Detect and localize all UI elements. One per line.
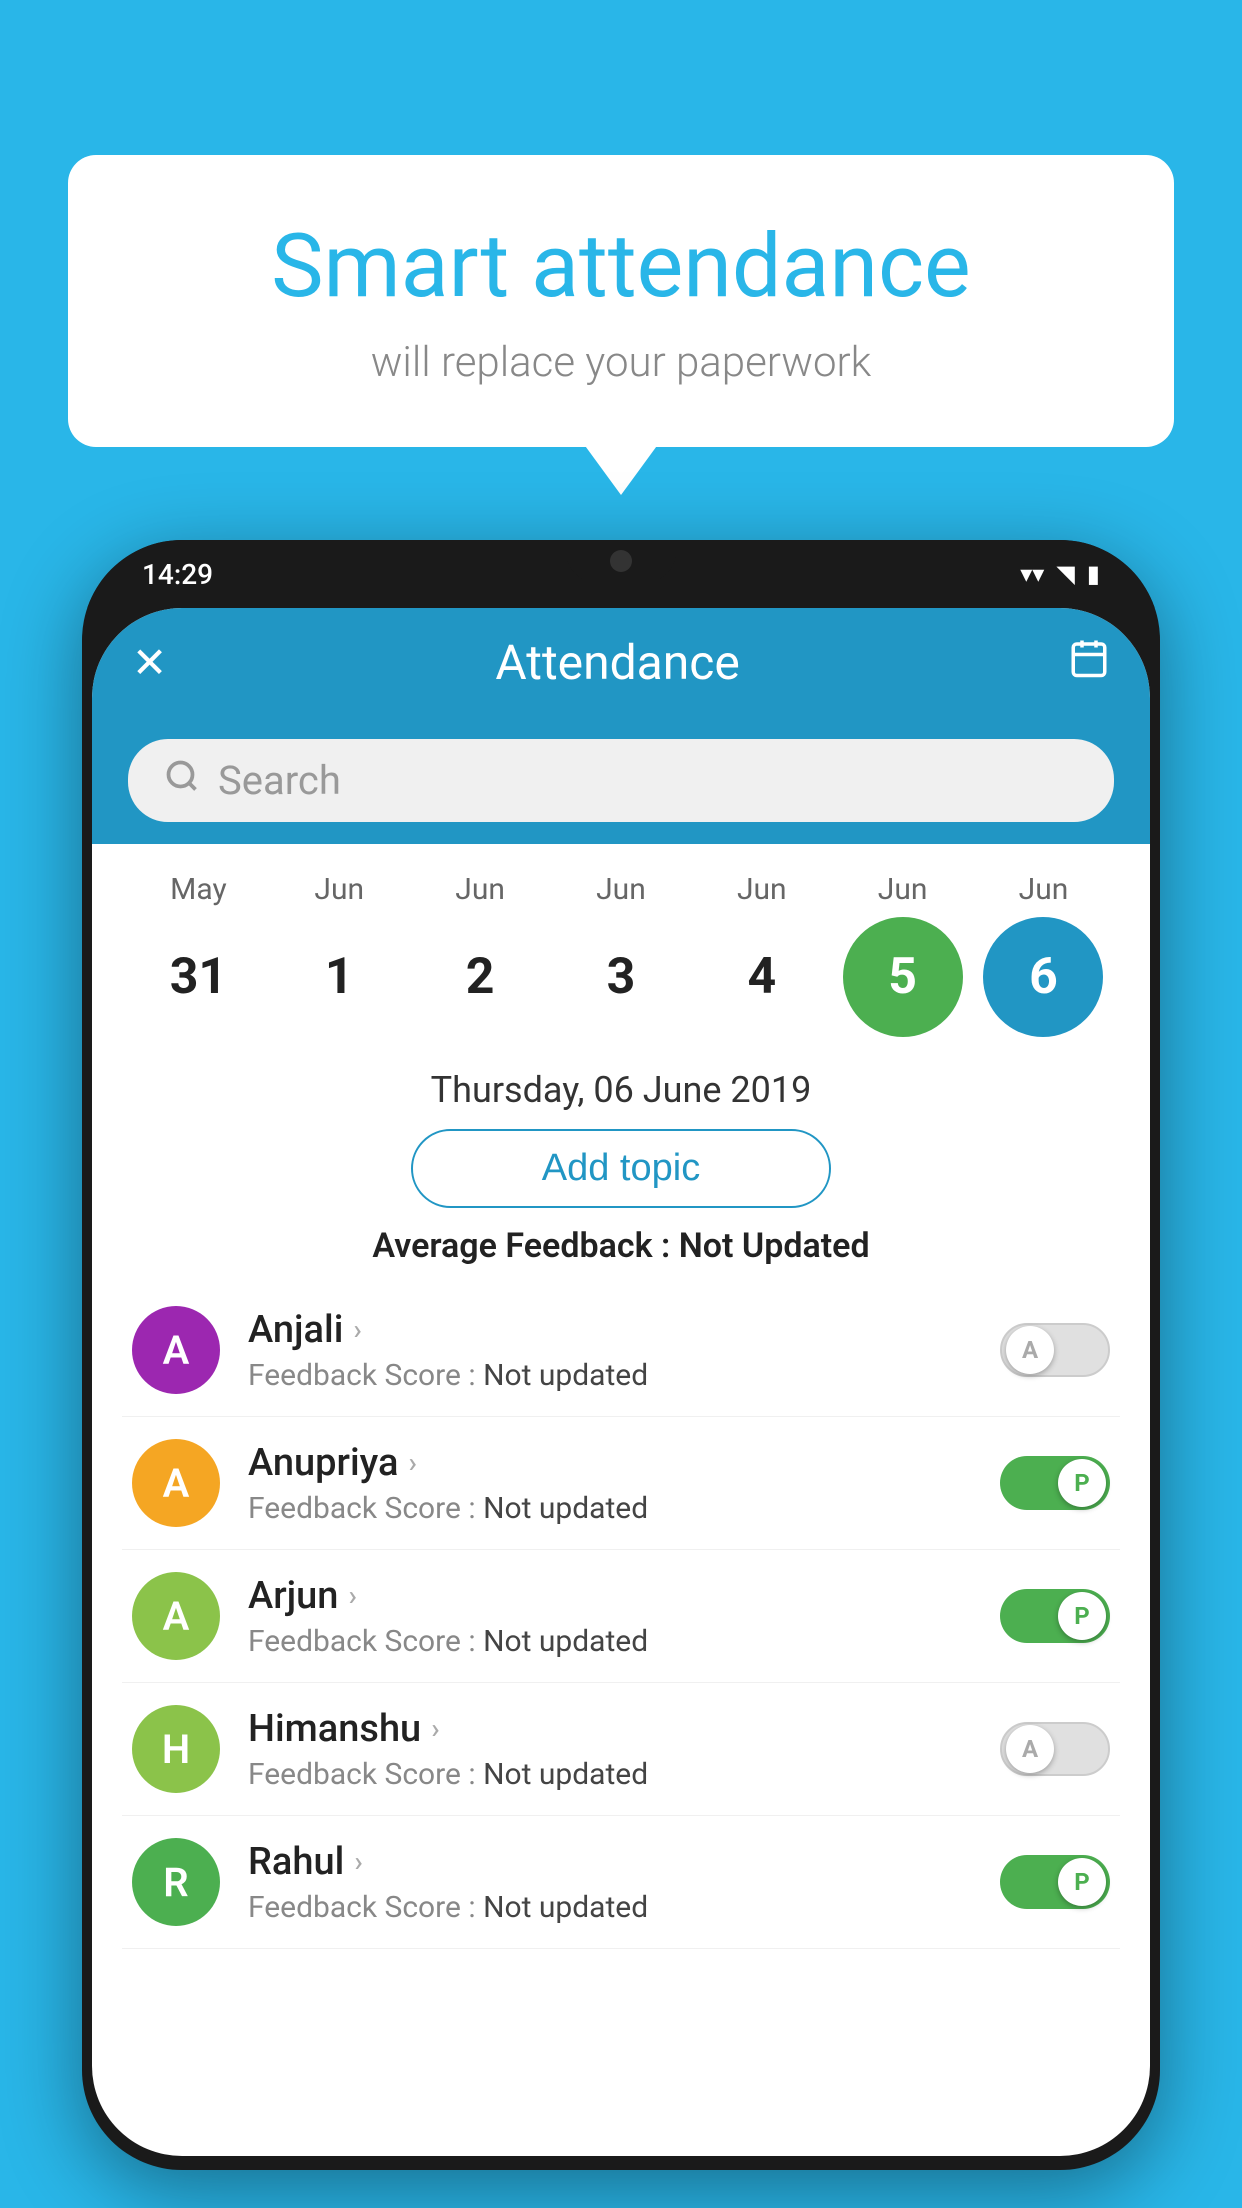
avg-feedback-label: Average Feedback : (372, 1226, 678, 1266)
wifi-icon: ▾▾ (1020, 560, 1044, 588)
cal-month-0: May (138, 872, 258, 907)
signal-icon: ◥ (1056, 560, 1074, 588)
avatar: A (132, 1439, 220, 1527)
close-button[interactable]: ✕ (132, 638, 167, 688)
avatar: A (132, 1306, 220, 1394)
toggle-container[interactable]: A (1000, 1722, 1110, 1776)
search-bar-container: Search (92, 717, 1150, 844)
cal-month-3: Jun (561, 872, 681, 907)
calendar-days: 31 1 2 3 4 5 6 (128, 917, 1114, 1037)
selected-date: Thursday, 06 June 2019 (92, 1047, 1150, 1129)
calendar-icon[interactable] (1068, 637, 1110, 689)
attendance-toggle[interactable]: A (1000, 1722, 1110, 1776)
student-name[interactable]: Anupriya › (248, 1441, 972, 1485)
student-info: Rahul › Feedback Score : Not updated (248, 1840, 972, 1925)
toggle-container[interactable]: P (1000, 1589, 1110, 1643)
attendance-toggle[interactable]: P (1000, 1855, 1110, 1909)
attendance-toggle[interactable]: P (1000, 1456, 1110, 1510)
student-row: H Himanshu › Feedback Score : Not updated A (122, 1683, 1120, 1816)
student-row: A Anupriya › Feedback Score : Not updated P (122, 1417, 1120, 1550)
avatar: R (132, 1838, 220, 1926)
bubble-title: Smart attendance (148, 215, 1094, 318)
status-bar: 14:29 ▾▾ ◥ ▮ (82, 540, 1160, 608)
calendar-section: May Jun Jun Jun Jun Jun Jun 31 1 2 3 4 5… (92, 844, 1150, 1047)
cal-month-6: Jun (983, 872, 1103, 907)
header-title: Attendance (495, 634, 740, 691)
feedback-score: Feedback Score : Not updated (248, 1624, 972, 1659)
student-name[interactable]: Himanshu › (248, 1707, 972, 1751)
bubble-subtitle: will replace your paperwork (148, 338, 1094, 387)
camera-dot (610, 550, 632, 572)
cal-day-6[interactable]: 6 (983, 917, 1103, 1037)
cal-day-1[interactable]: 1 (279, 917, 399, 1037)
chevron-icon: › (354, 1845, 362, 1878)
feedback-score: Feedback Score : Not updated (248, 1491, 972, 1526)
feedback-score: Feedback Score : Not updated (248, 1757, 972, 1792)
student-info: Anjali › Feedback Score : Not updated (248, 1308, 972, 1393)
toggle-container[interactable]: P (1000, 1855, 1110, 1909)
student-info: Himanshu › Feedback Score : Not updated (248, 1707, 972, 1792)
avg-feedback: Average Feedback : Not Updated (92, 1226, 1150, 1266)
cal-month-4: Jun (702, 872, 822, 907)
toggle-container[interactable]: A (1000, 1323, 1110, 1377)
phone-screen: ✕ Attendance Search (92, 608, 1150, 2156)
avatar: A (132, 1572, 220, 1660)
student-row: R Rahul › Feedback Score : Not updated P (122, 1816, 1120, 1949)
attendance-toggle[interactable]: A (1000, 1323, 1110, 1377)
avatar: H (132, 1705, 220, 1793)
cal-day-31[interactable]: 31 (138, 917, 258, 1037)
search-input[interactable]: Search (218, 757, 341, 804)
speech-bubble: Smart attendance will replace your paper… (68, 155, 1174, 447)
cal-month-2: Jun (420, 872, 540, 907)
calendar-months: May Jun Jun Jun Jun Jun Jun (128, 872, 1114, 907)
phone-notch (566, 540, 676, 582)
cal-day-2[interactable]: 2 (420, 917, 540, 1037)
student-row: A Arjun › Feedback Score : Not updated P (122, 1550, 1120, 1683)
cal-day-5[interactable]: 5 (843, 917, 963, 1037)
avg-feedback-value: Not Updated (679, 1226, 870, 1266)
chevron-icon: › (408, 1446, 416, 1479)
chevron-icon: › (348, 1579, 356, 1612)
student-name[interactable]: Anjali › (248, 1308, 972, 1352)
feedback-score: Feedback Score : Not updated (248, 1358, 972, 1393)
add-topic-button[interactable]: Add topic (411, 1129, 831, 1208)
phone-frame: 14:29 ▾▾ ◥ ▮ ✕ Attendance (82, 540, 1160, 2170)
search-bar[interactable]: Search (128, 739, 1114, 822)
feedback-score: Feedback Score : Not updated (248, 1890, 972, 1925)
cal-day-3[interactable]: 3 (561, 917, 681, 1037)
student-name[interactable]: Arjun › (248, 1574, 972, 1618)
chevron-icon: › (353, 1313, 361, 1346)
app-header: ✕ Attendance (92, 608, 1150, 717)
status-icons: ▾▾ ◥ ▮ (1020, 560, 1100, 588)
cal-month-1: Jun (279, 872, 399, 907)
attendance-toggle[interactable]: P (1000, 1589, 1110, 1643)
student-name[interactable]: Rahul › (248, 1840, 972, 1884)
student-info: Anupriya › Feedback Score : Not updated (248, 1441, 972, 1526)
toggle-container[interactable]: P (1000, 1456, 1110, 1510)
student-row: A Anjali › Feedback Score : Not updated A (122, 1284, 1120, 1417)
chevron-icon: › (431, 1712, 439, 1745)
cal-day-4[interactable]: 4 (702, 917, 822, 1037)
student-list: AAnjali ›Feedback Score : Not updatedAAA… (92, 1284, 1150, 1949)
battery-icon: ▮ (1087, 560, 1100, 588)
search-icon (164, 758, 200, 803)
speech-bubble-container: Smart attendance will replace your paper… (68, 155, 1174, 447)
student-info: Arjun › Feedback Score : Not updated (248, 1574, 972, 1659)
status-time: 14:29 (142, 558, 213, 591)
cal-month-5: Jun (843, 872, 963, 907)
